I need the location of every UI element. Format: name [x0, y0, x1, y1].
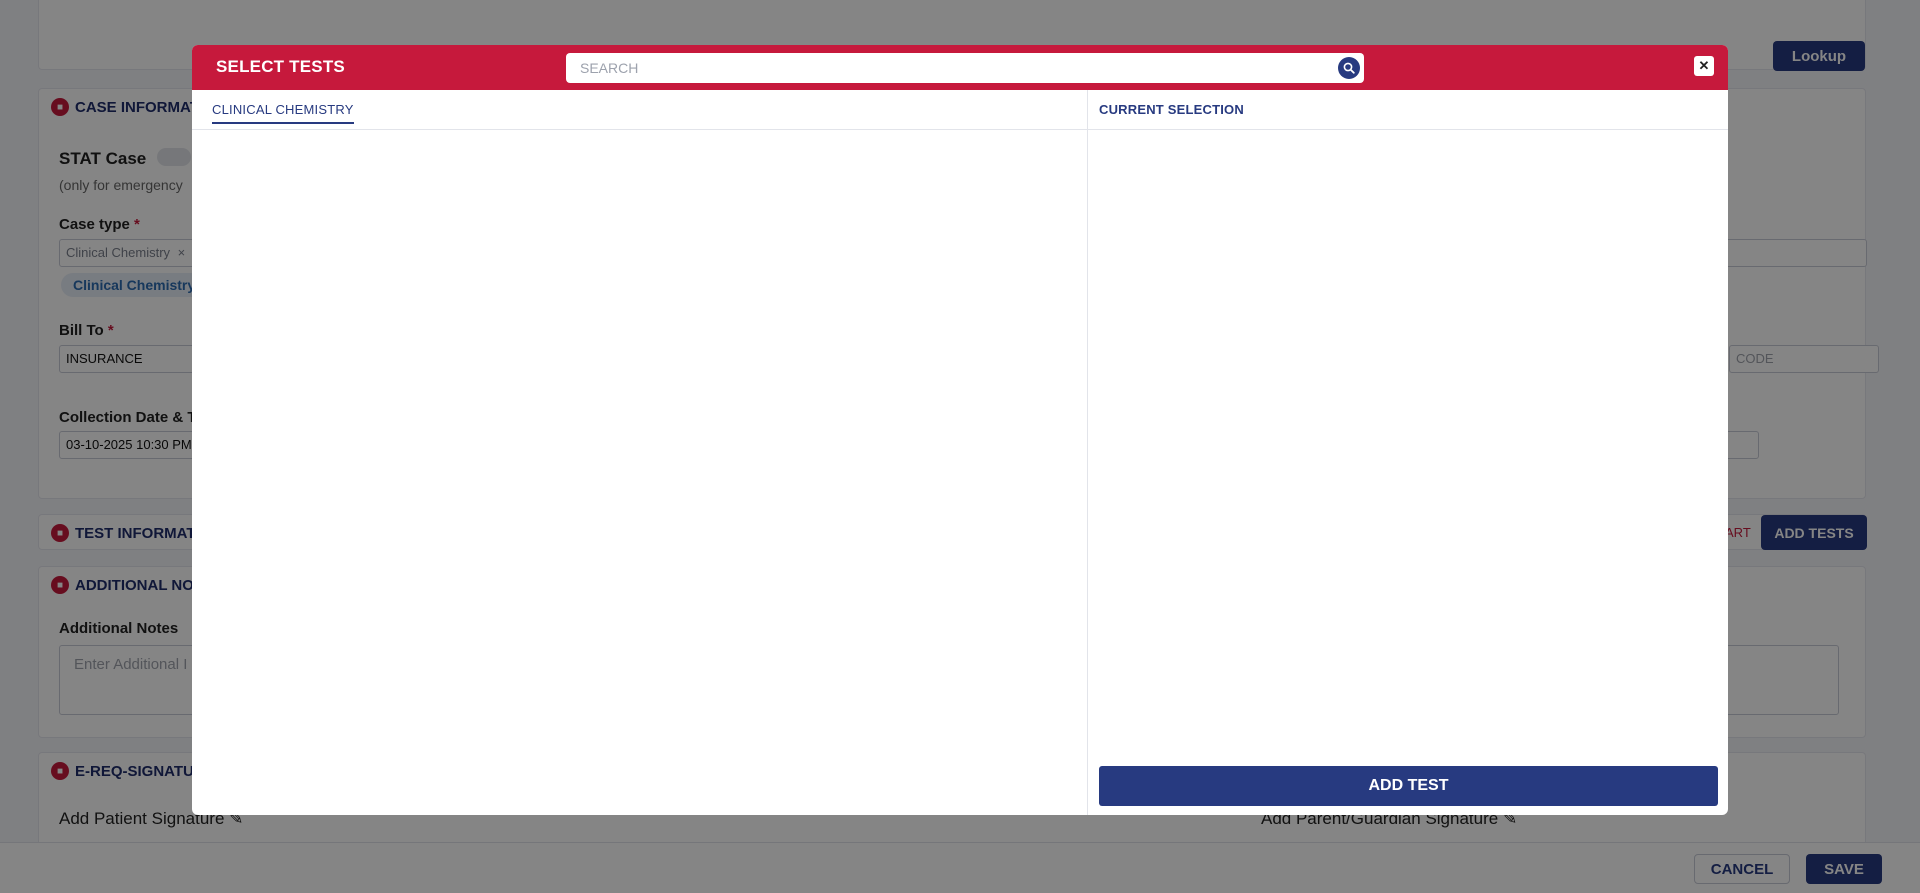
tab-clinical-chemistry[interactable]: CLINICAL CHEMISTRY [212, 102, 354, 124]
current-selection-pane: CURRENT SELECTION ADD TEST [1088, 90, 1728, 815]
add-test-button[interactable]: ADD TEST [1099, 766, 1718, 806]
close-icon[interactable]: ✕ [1694, 56, 1714, 76]
category-tabs: CLINICAL CHEMISTRY [192, 90, 1087, 130]
modal-title: SELECT TESTS [216, 57, 345, 76]
search-box [566, 53, 1364, 83]
current-selection-header: CURRENT SELECTION [1088, 90, 1728, 130]
search-input[interactable] [566, 53, 1326, 83]
search-icon[interactable] [1338, 57, 1360, 79]
select-tests-modal: SELECT TESTS ✕ CLINICAL CHEMISTRY CURREN… [192, 45, 1728, 815]
modal-header: SELECT TESTS ✕ [192, 45, 1728, 90]
current-selection-title: CURRENT SELECTION [1099, 102, 1244, 117]
test-list-pane: CLINICAL CHEMISTRY [192, 90, 1088, 815]
